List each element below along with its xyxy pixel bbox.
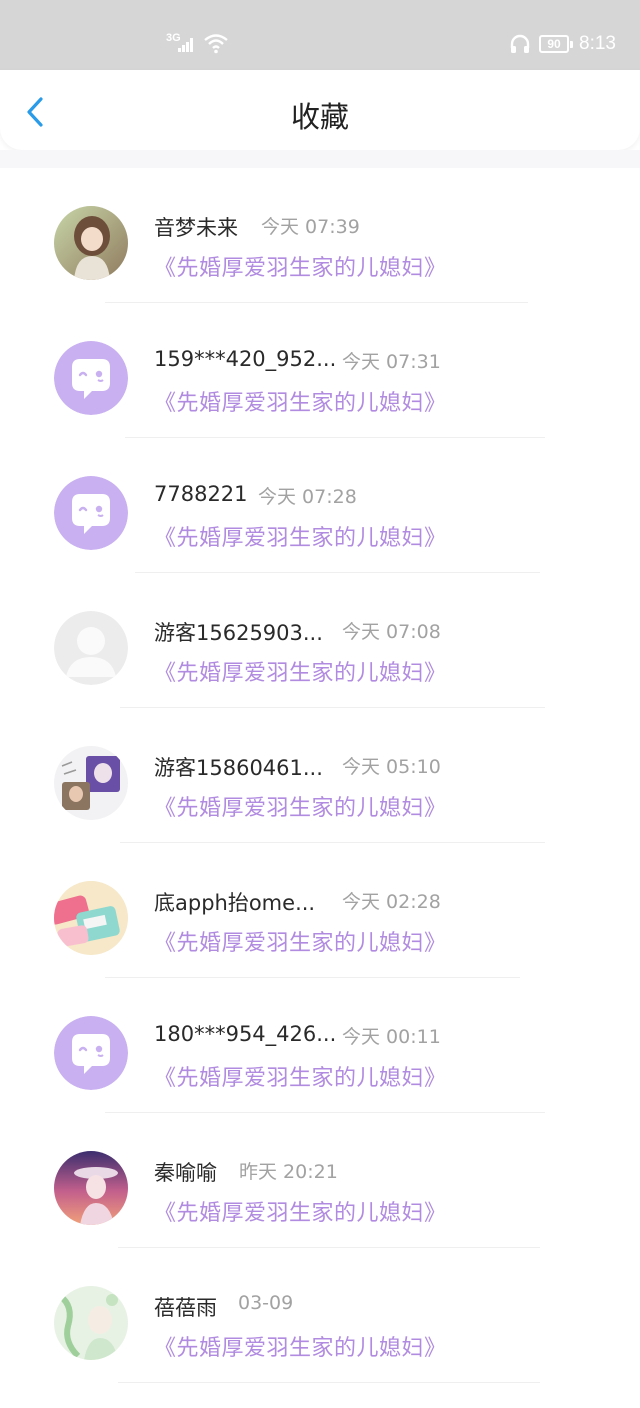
wifi-icon xyxy=(204,34,228,54)
user-name: 游客15625903... xyxy=(154,621,323,645)
book-title-link[interactable]: 《先婚厚爱羽生家的儿媳妇》 xyxy=(154,250,447,282)
favorite-time: 今天 02:28 xyxy=(342,891,441,913)
list-item[interactable]: 180***954_426... 今天 00:11 《先婚厚爱羽生家的儿媳妇》 xyxy=(0,978,640,1113)
avatar[interactable] xyxy=(54,206,128,280)
list-item[interactable]: 游客15625903... 今天 07:08 《先婚厚爱羽生家的儿媳妇》 xyxy=(0,573,640,708)
favorite-time: 今天 05:10 xyxy=(342,756,441,778)
avatar[interactable] xyxy=(54,611,128,685)
book-title-link[interactable]: 《先婚厚爱羽生家的儿媳妇》 xyxy=(154,1060,447,1092)
book-title-link[interactable]: 《先婚厚爱羽生家的儿媳妇》 xyxy=(154,655,447,687)
battery-icon: 90 xyxy=(539,35,574,53)
list-item[interactable]: 159***420_952... 今天 07:31 《先婚厚爱羽生家的儿媳妇》 xyxy=(0,303,640,438)
signal-icon xyxy=(178,38,196,52)
user-name: 180***954_426... xyxy=(154,1022,337,1046)
book-title-link[interactable]: 《先婚厚爱羽生家的儿媳妇》 xyxy=(154,385,447,417)
user-name: 音梦未来 xyxy=(154,216,238,240)
header: 收藏 xyxy=(0,70,640,150)
list-item[interactable]: 底apph抬ome... 今天 02:28 《先婚厚爱羽生家的儿媳妇》 xyxy=(0,843,640,978)
avatar[interactable] xyxy=(54,476,128,550)
book-title-link[interactable]: 《先婚厚爱羽生家的儿媳妇》 xyxy=(154,925,447,957)
favorite-time: 今天 00:11 xyxy=(342,1026,441,1048)
header-divider xyxy=(0,150,640,168)
list-item[interactable]: 秦喻喻 昨天 20:21 《先婚厚爱羽生家的儿媳妇》 xyxy=(0,1113,640,1248)
book-title-link[interactable]: 《先婚厚爱羽生家的儿媳妇》 xyxy=(154,520,447,552)
avatar[interactable] xyxy=(54,881,128,955)
user-name: 秦喻喻 xyxy=(154,1161,217,1185)
book-title-link[interactable]: 《先婚厚爱羽生家的儿媳妇》 xyxy=(154,790,447,822)
favorite-time: 03-09 xyxy=(238,1292,294,1314)
headphone-icon xyxy=(510,34,530,53)
list-item[interactable]: 游客15860461... 今天 05:10 《先婚厚爱羽生家的儿媳妇》 xyxy=(0,708,640,843)
user-name: 159***420_952... xyxy=(154,347,337,371)
list-item[interactable]: 蓓蓓雨 03-09 《先婚厚爱羽生家的儿媳妇》 xyxy=(0,1248,640,1383)
avatar[interactable] xyxy=(54,1286,128,1360)
user-name: 蓓蓓雨 xyxy=(154,1296,217,1320)
user-name: 7788221 xyxy=(154,482,248,506)
favorite-time: 昨天 20:21 xyxy=(239,1161,338,1183)
list-item[interactable]: 音梦未来 今天 07:39 《先婚厚爱羽生家的儿媳妇》 xyxy=(0,168,640,303)
status-bar: 3G 90 8:13 xyxy=(0,0,640,70)
book-title-link[interactable]: 《先婚厚爱羽生家的儿媳妇》 xyxy=(154,1195,447,1227)
book-title-link[interactable]: 《先婚厚爱羽生家的儿媳妇》 xyxy=(154,1330,447,1362)
favorite-time: 今天 07:39 xyxy=(261,216,360,238)
favorites-list: 音梦未来 今天 07:39 《先婚厚爱羽生家的儿媳妇》 159***420_952..… xyxy=(0,168,640,1383)
favorite-time: 今天 07:28 xyxy=(258,486,357,508)
status-time: 8:13 xyxy=(579,33,616,54)
user-name: 底apph抬ome... xyxy=(154,891,316,915)
page-title: 收藏 xyxy=(290,100,349,134)
list-item[interactable]: 7788221 今天 07:28 《先婚厚爱羽生家的儿媳妇》 xyxy=(0,438,640,573)
favorite-time: 今天 07:31 xyxy=(342,351,441,373)
divider xyxy=(118,1382,540,1383)
avatar[interactable] xyxy=(54,341,128,415)
avatar[interactable] xyxy=(54,746,128,820)
avatar[interactable] xyxy=(54,1151,128,1225)
favorite-time: 今天 07:08 xyxy=(342,621,441,643)
user-name: 游客15860461... xyxy=(154,756,323,780)
avatar[interactable] xyxy=(54,1016,128,1090)
